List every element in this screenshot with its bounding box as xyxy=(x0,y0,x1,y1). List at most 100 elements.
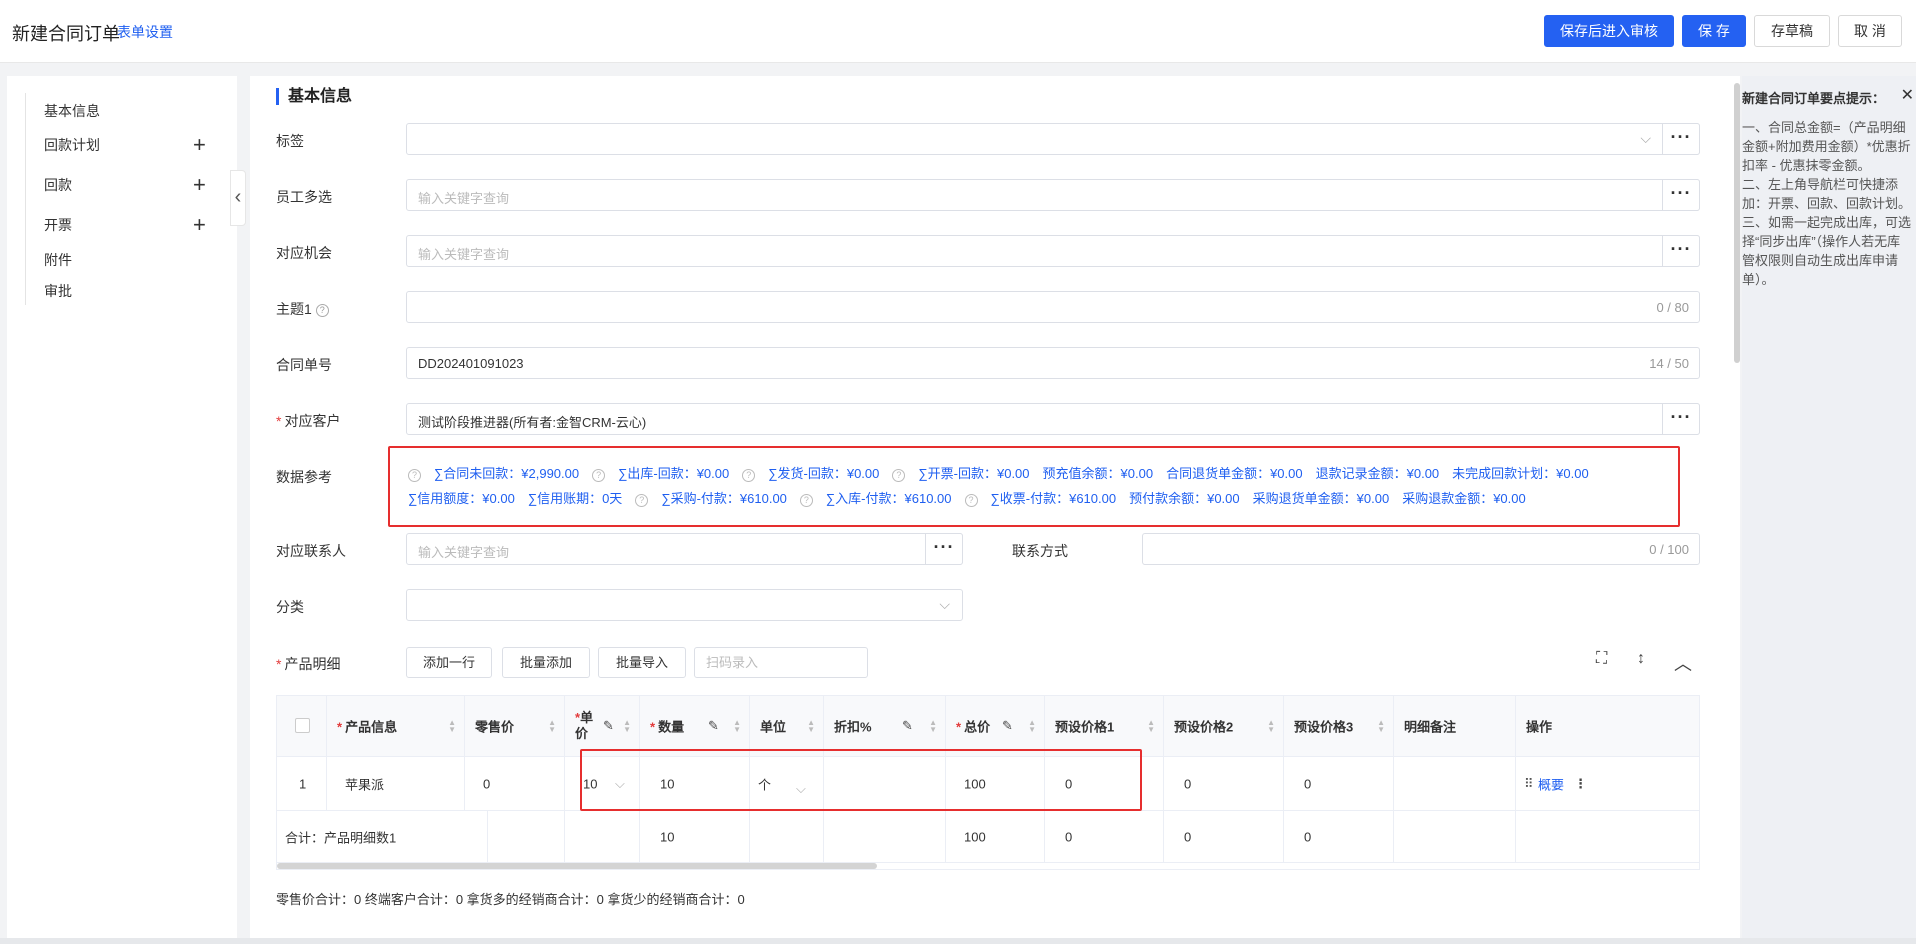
th-note: 明细备注 xyxy=(1394,696,1516,756)
batch-add-button[interactable]: 批量添加 xyxy=(502,647,590,678)
more-vertical-icon[interactable]: ⋮ xyxy=(1574,776,1587,792)
note-cell[interactable] xyxy=(1394,757,1516,810)
category-select[interactable]: ⌵ xyxy=(406,589,963,621)
nav-item-attachment[interactable]: 附件 xyxy=(44,250,72,270)
save-button[interactable]: 保 存 xyxy=(1682,15,1746,47)
help-icon[interactable]: ? xyxy=(315,304,329,317)
employees-placeholder: 输入关键字查询 xyxy=(418,191,510,206)
horizontal-scrollbar[interactable] xyxy=(277,863,877,869)
contract-no-input[interactable]: DD202401091023 14 / 50 xyxy=(406,347,1700,379)
top-bar: 新建合同订单 表单设置 保存后进入审核 保 存 存草稿 取 消 xyxy=(0,0,1916,63)
close-icon[interactable]: ✕ xyxy=(1901,85,1914,105)
help-icon[interactable]: ? xyxy=(742,469,756,482)
table-total-row: 合计：产品明细数1 10 100 0 0 0 xyxy=(277,811,1699,863)
select-all-checkbox[interactable] xyxy=(295,718,310,733)
more-icon[interactable]: ··· xyxy=(1662,179,1700,211)
more-icon[interactable]: ··· xyxy=(1662,403,1700,435)
help-icon[interactable]: ? xyxy=(964,494,978,507)
nav-item-invoice[interactable]: 开票 xyxy=(44,215,72,235)
add-row-button[interactable]: 添加一行 xyxy=(406,647,492,678)
add-payment-icon[interactable]: + xyxy=(193,174,206,196)
add-invoice-icon[interactable]: + xyxy=(193,214,206,236)
form-settings-link[interactable]: 表单设置 xyxy=(117,22,173,42)
help-icon[interactable]: ? xyxy=(892,469,906,482)
scan-input[interactable]: 扫码录入 xyxy=(694,647,868,678)
data-ref-row-2: ∑信用额度：¥0.00 ∑信用账期：0天? ∑采购-付款：¥610.00? ∑入库-付… xyxy=(408,488,1539,507)
subject-input[interactable]: 0 / 80 xyxy=(406,291,1700,323)
opportunity-input[interactable]: 输入关键字查询 ··· xyxy=(406,235,1700,267)
data-ref-item[interactable]: ∑合同未回款：¥2,990.00 xyxy=(434,466,579,481)
help-icon[interactable]: ? xyxy=(799,494,813,507)
save-draft-button[interactable]: 存草稿 xyxy=(1754,15,1830,47)
data-ref-item[interactable]: 采购退货单金额：¥0.00 xyxy=(1253,491,1390,506)
sort-icon[interactable]: ▲ ▼ xyxy=(548,719,556,734)
data-ref-item[interactable]: 退款记录金额：¥0.00 xyxy=(1316,466,1440,481)
more-icon[interactable]: ··· xyxy=(925,533,963,565)
collapse-up-icon[interactable]: ︿ xyxy=(1674,650,1692,676)
data-ref-item[interactable]: ∑收票-付款：¥610.00 xyxy=(991,491,1117,506)
cancel-button[interactable]: 取 消 xyxy=(1838,15,1902,47)
data-ref-item[interactable]: ∑发货-回款：¥0.00 xyxy=(768,466,879,481)
data-ref-item[interactable]: 采购退款金额：¥0.00 xyxy=(1402,491,1526,506)
sort-icon[interactable]: ▲ ▼ xyxy=(1267,719,1275,734)
save-and-review-button[interactable]: 保存后进入审核 xyxy=(1544,15,1674,47)
preset2-cell[interactable]: 0 xyxy=(1164,757,1284,810)
nav-item-basic-info[interactable]: 基本信息 xyxy=(44,101,100,121)
sort-icon[interactable]: ▲ ▼ xyxy=(733,719,741,734)
data-ref-item[interactable]: ∑出库-回款：¥0.00 xyxy=(618,466,729,481)
more-icon[interactable]: ··· xyxy=(1662,123,1700,155)
nav-item-approval[interactable]: 审批 xyxy=(44,281,72,301)
summary-link[interactable]: 概要 xyxy=(1538,774,1564,793)
help-icon[interactable]: ? xyxy=(408,469,421,482)
sort-icon[interactable]: ▲ ▼ xyxy=(1377,719,1385,734)
sort-icon[interactable]: ▲ ▼ xyxy=(1147,719,1155,734)
contact-input[interactable]: 输入关键字查询 ··· xyxy=(406,533,963,565)
sort-icon[interactable]: ▲ ▼ xyxy=(448,719,456,734)
data-ref-item[interactable]: 预付款余额：¥0.00 xyxy=(1129,491,1240,506)
add-payment-plan-icon[interactable]: + xyxy=(193,134,206,156)
data-ref-item[interactable]: ∑开票-回款：¥0.00 xyxy=(918,466,1029,481)
help-icon[interactable]: ? xyxy=(635,494,649,507)
batch-edit-icon[interactable]: ✎ xyxy=(1002,718,1013,734)
batch-edit-icon[interactable]: ✎ xyxy=(708,718,719,734)
resize-vertical-icon[interactable]: ↕ xyxy=(1637,650,1645,668)
product-cell[interactable]: 苹果派 xyxy=(327,757,465,810)
fullscreen-icon[interactable]: ⛶ xyxy=(1596,650,1607,668)
data-ref-item[interactable]: 未完成回款计划：¥0.00 xyxy=(1452,466,1589,481)
nav-item-payment[interactable]: 回款 xyxy=(44,175,72,195)
subject-label: 主题1? xyxy=(276,299,329,319)
help-icon[interactable]: ? xyxy=(592,469,606,482)
data-ref-item[interactable]: 预充值余额：¥0.00 xyxy=(1043,466,1154,481)
data-ref-item[interactable]: ∑采购-付款：¥610.00 xyxy=(661,491,787,506)
sort-icon[interactable]: ▲ ▼ xyxy=(807,719,815,734)
data-ref-item[interactable]: ∑信用账期：0天 xyxy=(528,491,623,506)
more-icon[interactable]: ··· xyxy=(1662,235,1700,267)
opportunity-label: 对应机会 xyxy=(276,245,332,261)
drag-handle-icon[interactable]: ⠿ xyxy=(1524,776,1534,792)
sort-icon[interactable]: ▲ ▼ xyxy=(623,719,631,734)
th-product-text: 产品信息 xyxy=(345,719,398,735)
retail-price-cell[interactable]: 0 xyxy=(465,757,565,810)
data-ref-item[interactable]: ∑入库-付款：¥610.00 xyxy=(826,491,952,506)
th-product-label: * 产品信息 xyxy=(337,717,397,736)
data-ref-item[interactable]: ∑信用额度：¥0.00 xyxy=(408,491,515,506)
batch-edit-icon[interactable]: ✎ xyxy=(902,718,913,734)
sort-icon[interactable]: ▲ ▼ xyxy=(929,719,937,734)
vertical-scrollbar[interactable] xyxy=(1734,83,1740,363)
required-mark: * xyxy=(276,413,282,429)
data-ref-item[interactable]: 合同退货单金额：¥0.00 xyxy=(1166,466,1303,481)
employees-input[interactable]: 输入关键字查询 ··· xyxy=(406,179,1700,211)
sort-icon[interactable]: ▲ ▼ xyxy=(1028,719,1036,734)
bottom-edge xyxy=(0,938,1916,944)
price-totals-line: 零售价合计：0 终端客户合计：0 拿货多的经销商合计：0 拿货少的经销商合计：0 xyxy=(276,892,745,907)
collapse-nav-chevron-icon[interactable]: ‹ xyxy=(230,170,246,226)
nav-item-payment-plan[interactable]: 回款计划 xyxy=(44,135,100,155)
preset3-cell[interactable]: 0 xyxy=(1284,757,1394,810)
chevron-down-icon: ⌵ xyxy=(939,596,950,612)
customer-input[interactable]: 测试阶段推进器(所有者:金智CRM-云心) ··· xyxy=(406,403,1700,435)
contact-method-input[interactable]: 0 / 100 xyxy=(1142,533,1700,565)
tag-select[interactable]: ⌵ ··· xyxy=(406,123,1700,155)
total-preset3-cell: 0 xyxy=(1284,811,1394,862)
batch-import-button[interactable]: 批量导入 xyxy=(598,647,686,678)
batch-edit-icon[interactable]: ✎ xyxy=(603,718,614,734)
